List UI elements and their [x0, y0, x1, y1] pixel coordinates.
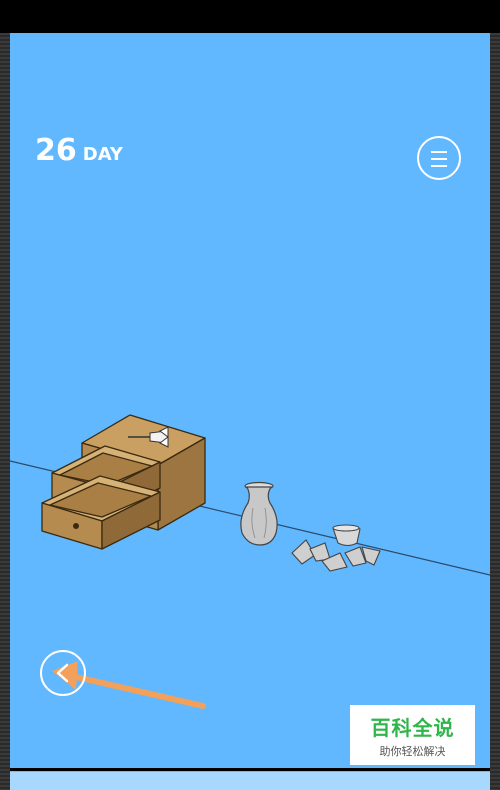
left-border — [0, 33, 10, 790]
game-area: 26 DAY 百科全说 助你轻松解决 — [10, 33, 490, 768]
game-screen: 26 DAY 百科全说 助你轻松解决 — [0, 0, 500, 790]
day-label: DAY — [82, 144, 123, 165]
bottom-drawer-knob — [73, 523, 79, 529]
back-button[interactable] — [40, 650, 86, 696]
day-counter: 26 DAY — [35, 133, 123, 168]
right-border — [490, 33, 500, 790]
bottom-strip — [10, 771, 490, 790]
day-number: 26 — [35, 133, 77, 168]
menu-button[interactable] — [417, 136, 461, 180]
drawer-cabinet[interactable] — [41, 414, 206, 550]
left-arrow-icon — [56, 663, 69, 683]
watermark-logo: 百科全说 助你轻松解决 — [350, 705, 475, 765]
vase[interactable] — [240, 481, 278, 546]
broken-vase-pieces[interactable] — [291, 524, 381, 572]
watermark-title: 百科全说 — [370, 715, 455, 740]
watermark-subtitle: 助你轻松解决 — [379, 744, 446, 758]
